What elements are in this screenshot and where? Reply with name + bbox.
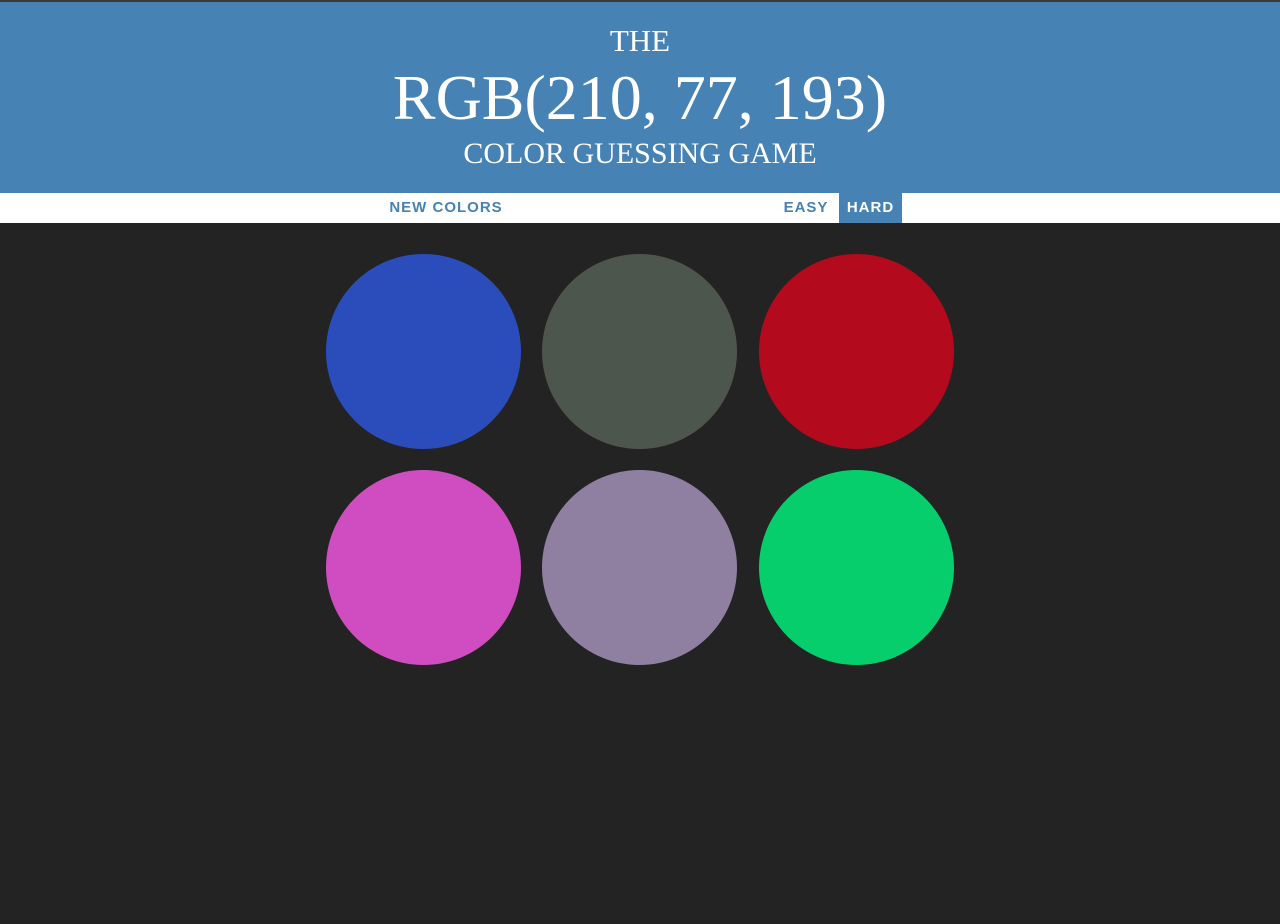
color-square-1[interactable] bbox=[326, 254, 521, 449]
easy-mode-button[interactable]: EASY bbox=[774, 193, 838, 223]
title-line-subtitle: COLOR GUESSING GAME bbox=[463, 137, 817, 170]
color-square-5[interactable] bbox=[542, 470, 737, 665]
color-square-6[interactable] bbox=[759, 470, 954, 665]
control-stripe: NEW COLORS EASY HARD bbox=[0, 193, 1280, 223]
color-board bbox=[0, 223, 1280, 924]
game-header: THE RGB(210, 77, 193) COLOR GUESSING GAM… bbox=[0, 2, 1280, 193]
color-square-3[interactable] bbox=[759, 254, 954, 449]
color-square-2[interactable] bbox=[542, 254, 737, 449]
new-colors-button[interactable]: NEW COLORS bbox=[378, 193, 514, 223]
color-square-4[interactable] bbox=[326, 470, 521, 665]
target-rgb-display: RGB(210, 77, 193) bbox=[392, 62, 888, 133]
hard-mode-button[interactable]: HARD bbox=[839, 193, 902, 223]
title-line-the: THE bbox=[609, 23, 671, 58]
